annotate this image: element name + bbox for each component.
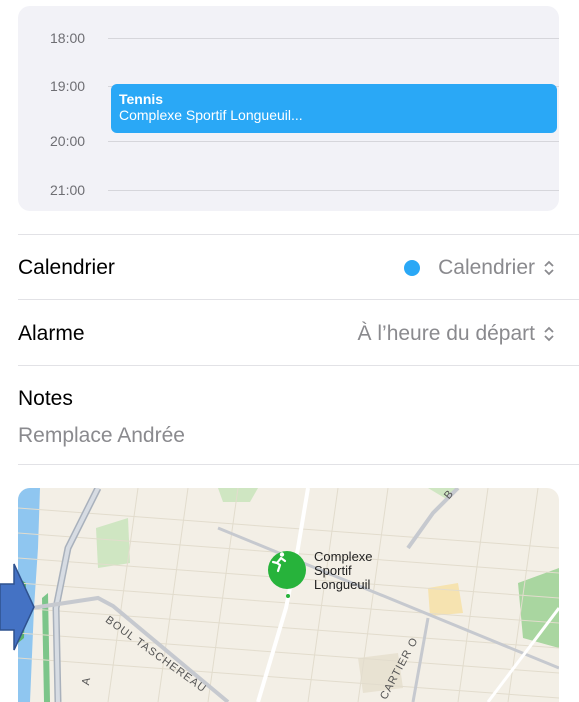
alarm-value: À l’heure du départ [357, 322, 535, 345]
hour-row-18: 18:00 [18, 28, 559, 48]
hour-line [108, 141, 559, 142]
hour-row-20: 20:00 [18, 131, 559, 151]
hour-label: 19:00 [50, 78, 86, 94]
day-timeline: 18:00 19:00 20:00 21:00 Tennis Complexe … [18, 6, 559, 211]
notes-text: Remplace Andrée [18, 424, 185, 447]
hour-line [108, 38, 559, 39]
event-block-tennis[interactable]: Tennis Complexe Sportif Longueuil... [111, 84, 557, 133]
alarm-label: Alarme [18, 322, 85, 345]
hour-label: 20:00 [50, 133, 86, 149]
place-label[interactable]: Complexe Sportif Longueuil [314, 550, 373, 592]
calendar-picker[interactable]: Calendrier [404, 255, 555, 281]
chevron-up-down-icon [543, 325, 555, 343]
separator [18, 234, 579, 235]
pointer-arrow-icon [0, 563, 35, 651]
hour-label: 18:00 [50, 30, 86, 46]
pin-point [286, 594, 290, 598]
notes-label: Notes [18, 387, 73, 410]
event-title: Tennis [119, 91, 164, 107]
place-label-line: Sportif [314, 563, 352, 578]
event-location: Complexe Sportif Longueuil... [119, 107, 303, 123]
place-label-line: Complexe [314, 549, 373, 564]
calendar-value: Calendrier [438, 256, 535, 279]
chevron-up-down-icon [543, 259, 555, 277]
separator [18, 365, 579, 366]
hour-line [108, 190, 559, 191]
alarm-picker[interactable]: À l’heure du départ [358, 321, 555, 347]
hour-row-21: 21:00 [18, 180, 559, 200]
separator [18, 299, 579, 300]
calendar-label: Calendrier [18, 256, 115, 279]
place-label-line: Longueuil [314, 577, 371, 592]
separator [18, 464, 579, 465]
hour-label: 21:00 [50, 182, 86, 198]
calendar-color-dot [404, 260, 421, 276]
location-map[interactable]: Complexe Sportif Longueuil BOUL TASCHERE… [18, 488, 559, 702]
running-figure-icon[interactable] [268, 551, 306, 589]
